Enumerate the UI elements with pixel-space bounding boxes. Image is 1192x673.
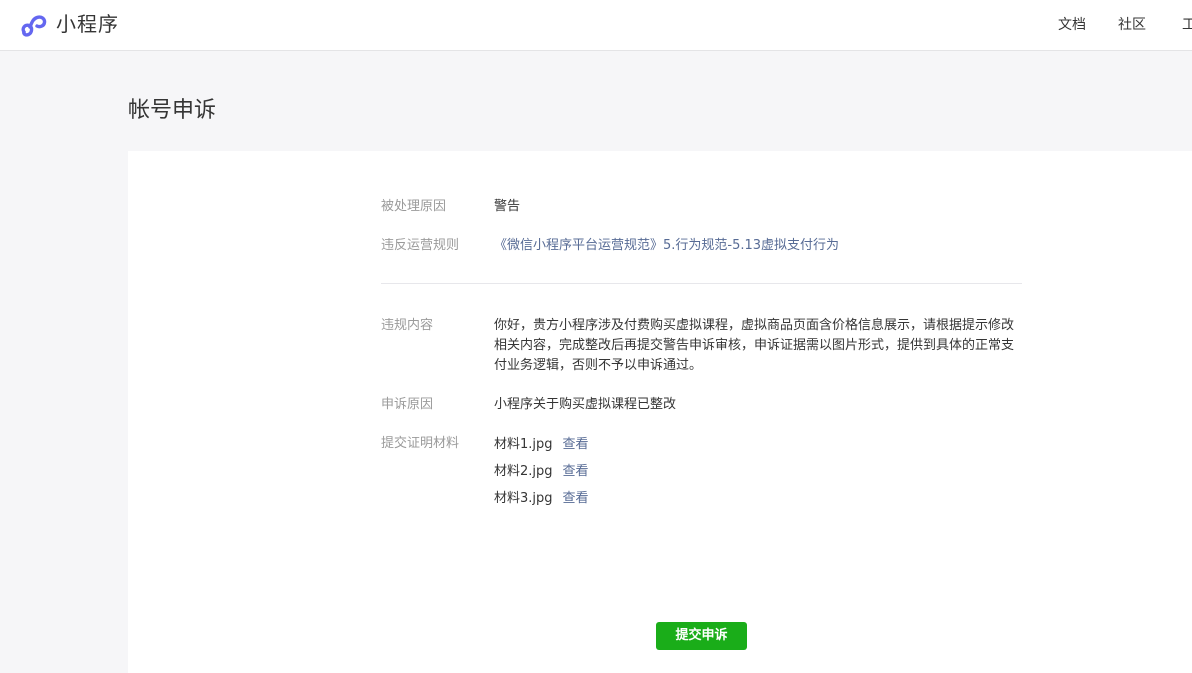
- materials-label: 提交证明材料: [381, 436, 460, 451]
- appeal-card: 被处理原因 警告 违反运营规则 《微信小程序平台运营规范》5.行为规范-5.13…: [128, 151, 1192, 673]
- appeal-reason-value: 小程序关于购买虚拟课程已整改: [494, 397, 677, 412]
- violation-content-label: 违规内容: [381, 318, 434, 333]
- material-item: 材料2.jpg 查看: [494, 462, 589, 482]
- material-item: 材料3.jpg 查看: [494, 489, 589, 509]
- violated-rule-label: 违反运营规则: [381, 238, 460, 253]
- appeal-reason-label: 申诉原因: [381, 397, 434, 412]
- nav-docs-link[interactable]: 文档: [1058, 16, 1086, 34]
- page-title: 帐号申诉: [128, 98, 217, 123]
- section-divider: [381, 283, 1022, 284]
- top-navbar: 小程序 文档 社区 工具: [0, 0, 1192, 51]
- view-material-link[interactable]: 查看: [563, 437, 589, 452]
- nav-tools-link[interactable]: 工具: [1182, 16, 1192, 34]
- violated-rule-link[interactable]: 《微信小程序平台运营规范》5.行为规范-5.13虚拟支付行为: [494, 236, 839, 256]
- nav-community-link[interactable]: 社区: [1118, 16, 1146, 34]
- material-file-name: 材料2.jpg: [494, 464, 553, 479]
- view-material-link[interactable]: 查看: [563, 491, 589, 506]
- material-item: 材料1.jpg 查看: [494, 435, 589, 455]
- reason-label: 被处理原因: [381, 199, 447, 214]
- view-material-link[interactable]: 查看: [563, 464, 589, 479]
- mini-program-logo-icon[interactable]: [19, 11, 49, 39]
- violation-content-text: 你好，贵方小程序涉及付费购买虚拟课程，虚拟商品页面含价格信息展示，请根据提示修改…: [494, 318, 1015, 373]
- brand-name[interactable]: 小程序: [56, 11, 119, 37]
- reason-value: 警告: [494, 199, 521, 214]
- material-file-name: 材料1.jpg: [494, 437, 553, 452]
- material-file-name: 材料3.jpg: [494, 491, 553, 506]
- submit-appeal-button[interactable]: 提交申诉: [656, 622, 747, 650]
